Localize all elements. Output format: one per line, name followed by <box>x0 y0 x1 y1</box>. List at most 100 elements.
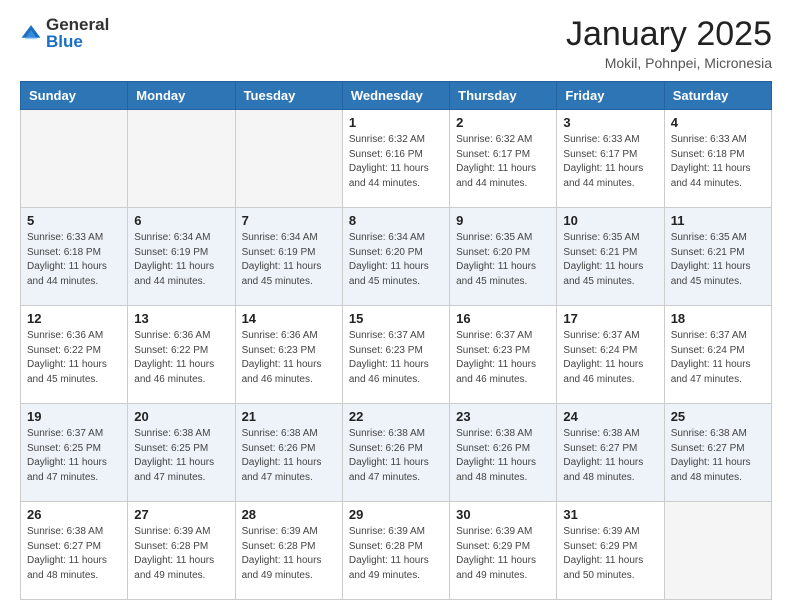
location: Mokil, Pohnpei, Micronesia <box>566 55 772 71</box>
day-info: Sunrise: 6:35 AM Sunset: 6:20 PM Dayligh… <box>456 231 550 289</box>
table-row: 18Sunrise: 6:37 AM Sunset: 6:24 PM Dayli… <box>664 306 771 404</box>
calendar-table: Sunday Monday Tuesday Wednesday Thursday… <box>20 81 772 600</box>
day-number: 13 <box>134 311 228 326</box>
day-info: Sunrise: 6:39 AM Sunset: 6:28 PM Dayligh… <box>349 525 443 583</box>
day-info: Sunrise: 6:36 AM Sunset: 6:22 PM Dayligh… <box>134 329 228 387</box>
day-number: 16 <box>456 311 550 326</box>
table-row: 16 Sunrise: 6:37 AM Sunset: 6:23 PM Dayli… <box>450 306 557 404</box>
day-info: Sunrise: 6:32 AM Sunset: 6:17 PM Dayligh… <box>456 133 550 191</box>
table-row: 7 Sunrise: 6:34 AM Sunset: 6:19 PM Daylig… <box>235 208 342 306</box>
table-row: 27 Sunrise: 6:39 AM Sunset: 6:28 PM Dayli… <box>128 502 235 600</box>
table-row: 4 Sunrise: 6:33 AM Sunset: 6:18 PM Daylig… <box>664 110 771 208</box>
calendar-week-row: 12 Sunrise: 6:36 AM Sunset: 6:22 PM Dayli… <box>21 306 772 404</box>
table-row: 12 Sunrise: 6:36 AM Sunset: 6:22 PM Dayli… <box>21 306 128 404</box>
day-info: Sunrise: 6:35 AM Sunset: 6:21 PM Dayligh… <box>671 231 765 289</box>
day-info: Sunrise: 6:33 AM Sunset: 6:18 PM Dayligh… <box>671 133 765 191</box>
day-info: Sunrise: 6:36 AM Sunset: 6:22 PM Dayligh… <box>27 329 121 387</box>
table-row: 24Sunrise: 6:38 AM Sunset: 6:27 PM Dayli… <box>557 404 664 502</box>
header-friday: Friday <box>557 82 664 110</box>
table-row: 30 Sunrise: 6:39 AM Sunset: 6:29 PM Dayli… <box>450 502 557 600</box>
day-number: 11 <box>671 213 765 228</box>
table-row: 11 Sunrise: 6:35 AM Sunset: 6:21 PM Dayli… <box>664 208 771 306</box>
day-number: 12 <box>27 311 121 326</box>
table-row: 6 Sunrise: 6:34 AM Sunset: 6:19 PM Daylig… <box>128 208 235 306</box>
table-row: 8Sunrise: 6:34 AM Sunset: 6:20 PM Daylig… <box>342 208 449 306</box>
day-info: Sunrise: 6:39 AM Sunset: 6:29 PM Dayligh… <box>563 525 657 583</box>
day-number: 18 <box>671 311 765 326</box>
header-thursday: Thursday <box>450 82 557 110</box>
table-row: 19 Sunrise: 6:37 AM Sunset: 6:25 PM Dayli… <box>21 404 128 502</box>
day-info: Sunrise: 6:35 AM Sunset: 6:21 PM Dayligh… <box>563 231 657 289</box>
table-row: 14 Sunrise: 6:36 AM Sunset: 6:23 PM Dayli… <box>235 306 342 404</box>
table-row: 10 Sunrise: 6:35 AM Sunset: 6:21 PM Dayli… <box>557 208 664 306</box>
day-number: 25 <box>671 409 765 424</box>
table-row: 13 Sunrise: 6:36 AM Sunset: 6:22 PM Dayli… <box>128 306 235 404</box>
day-number: 23 <box>456 409 550 424</box>
day-number: 28 <box>242 507 336 522</box>
day-number: 14 <box>242 311 336 326</box>
day-number: 2 <box>456 115 550 130</box>
table-row <box>128 110 235 208</box>
day-info: Sunrise: 6:38 AM Sunset: 6:27 PM Dayligh… <box>27 525 121 583</box>
title-section: January 2025 Mokil, Pohnpei, Micronesia <box>566 16 772 71</box>
table-row: 25 Sunrise: 6:38 AM Sunset: 6:27 PM Dayli… <box>664 404 771 502</box>
day-number: 6 <box>134 213 228 228</box>
calendar-week-row: 5Sunrise: 6:33 AM Sunset: 6:18 PM Daylig… <box>21 208 772 306</box>
logo-text: General Blue <box>46 16 109 50</box>
day-info: Sunrise: 6:38 AM Sunset: 6:26 PM Dayligh… <box>242 427 336 485</box>
day-info: Sunrise: 6:38 AM Sunset: 6:25 PM Dayligh… <box>134 427 228 485</box>
day-info: Sunrise: 6:38 AM Sunset: 6:27 PM Dayligh… <box>563 427 657 485</box>
table-row <box>664 502 771 600</box>
table-row: 28Sunrise: 6:39 AM Sunset: 6:28 PM Dayli… <box>235 502 342 600</box>
day-info: Sunrise: 6:32 AM Sunset: 6:16 PM Dayligh… <box>349 133 443 191</box>
header-monday: Monday <box>128 82 235 110</box>
day-info: Sunrise: 6:36 AM Sunset: 6:23 PM Dayligh… <box>242 329 336 387</box>
day-number: 19 <box>27 409 121 424</box>
calendar-header-row: Sunday Monday Tuesday Wednesday Thursday… <box>21 82 772 110</box>
day-number: 9 <box>456 213 550 228</box>
day-info: Sunrise: 6:38 AM Sunset: 6:26 PM Dayligh… <box>456 427 550 485</box>
day-number: 15 <box>349 311 443 326</box>
calendar-week-row: 1 Sunrise: 6:32 AM Sunset: 6:16 PM Daylig… <box>21 110 772 208</box>
table-row: 1 Sunrise: 6:32 AM Sunset: 6:16 PM Daylig… <box>342 110 449 208</box>
day-info: Sunrise: 6:33 AM Sunset: 6:18 PM Dayligh… <box>27 231 121 289</box>
day-info: Sunrise: 6:34 AM Sunset: 6:19 PM Dayligh… <box>134 231 228 289</box>
table-row: 20 Sunrise: 6:38 AM Sunset: 6:25 PM Dayli… <box>128 404 235 502</box>
day-number: 20 <box>134 409 228 424</box>
table-row: 21Sunrise: 6:38 AM Sunset: 6:26 PM Dayli… <box>235 404 342 502</box>
day-info: Sunrise: 6:38 AM Sunset: 6:26 PM Dayligh… <box>349 427 443 485</box>
day-number: 29 <box>349 507 443 522</box>
day-number: 22 <box>349 409 443 424</box>
header-tuesday: Tuesday <box>235 82 342 110</box>
day-number: 30 <box>456 507 550 522</box>
day-number: 31 <box>563 507 657 522</box>
day-number: 8 <box>349 213 443 228</box>
table-row: 29 Sunrise: 6:39 AM Sunset: 6:28 PM Dayli… <box>342 502 449 600</box>
day-number: 10 <box>563 213 657 228</box>
logo-icon <box>20 22 42 44</box>
table-row: 5Sunrise: 6:33 AM Sunset: 6:18 PM Daylig… <box>21 208 128 306</box>
day-number: 1 <box>349 115 443 130</box>
table-row <box>21 110 128 208</box>
header-wednesday: Wednesday <box>342 82 449 110</box>
day-info: Sunrise: 6:37 AM Sunset: 6:23 PM Dayligh… <box>456 329 550 387</box>
day-info: Sunrise: 6:37 AM Sunset: 6:25 PM Dayligh… <box>27 427 121 485</box>
day-info: Sunrise: 6:39 AM Sunset: 6:28 PM Dayligh… <box>134 525 228 583</box>
day-info: Sunrise: 6:39 AM Sunset: 6:29 PM Dayligh… <box>456 525 550 583</box>
day-number: 27 <box>134 507 228 522</box>
calendar-week-row: 26 Sunrise: 6:38 AM Sunset: 6:27 PM Dayli… <box>21 502 772 600</box>
header-sunday: Sunday <box>21 82 128 110</box>
day-info: Sunrise: 6:38 AM Sunset: 6:27 PM Dayligh… <box>671 427 765 485</box>
calendar-week-row: 19 Sunrise: 6:37 AM Sunset: 6:25 PM Dayli… <box>21 404 772 502</box>
day-info: Sunrise: 6:37 AM Sunset: 6:24 PM Dayligh… <box>563 329 657 387</box>
page: General Blue January 2025 Mokil, Pohnpei… <box>0 0 792 612</box>
table-row: 22 Sunrise: 6:38 AM Sunset: 6:26 PM Dayli… <box>342 404 449 502</box>
logo: General Blue <box>20 16 109 50</box>
day-info: Sunrise: 6:37 AM Sunset: 6:23 PM Dayligh… <box>349 329 443 387</box>
day-info: Sunrise: 6:34 AM Sunset: 6:19 PM Dayligh… <box>242 231 336 289</box>
day-number: 7 <box>242 213 336 228</box>
day-number: 26 <box>27 507 121 522</box>
table-row: 26 Sunrise: 6:38 AM Sunset: 6:27 PM Dayli… <box>21 502 128 600</box>
logo-general: General <box>46 16 109 33</box>
day-number: 4 <box>671 115 765 130</box>
